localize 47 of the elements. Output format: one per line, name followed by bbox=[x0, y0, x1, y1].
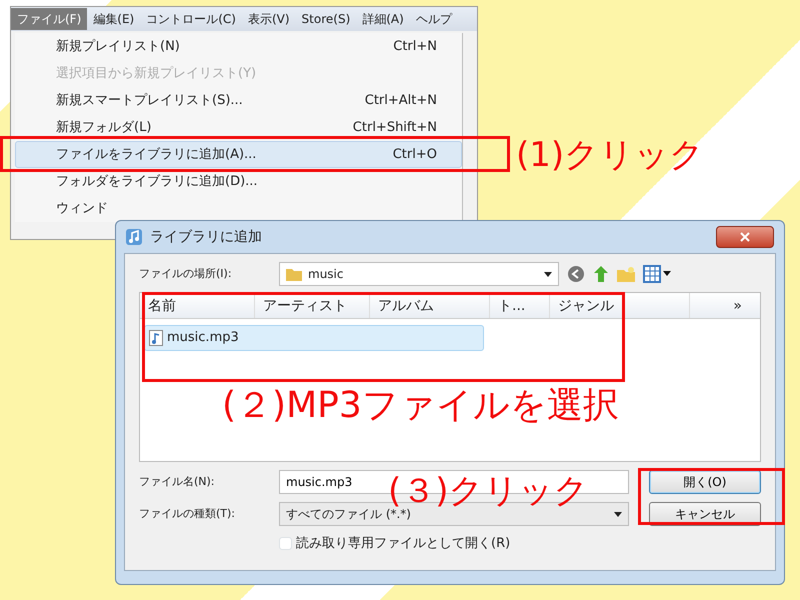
audio-file-icon bbox=[149, 330, 163, 346]
column-header[interactable]: ジャンル bbox=[550, 293, 690, 318]
open-button[interactable]: 開く(O) bbox=[649, 470, 761, 494]
column-header[interactable]: 名前 bbox=[140, 293, 255, 318]
menu-bar-item[interactable]: コントロール(C) bbox=[140, 8, 242, 30]
dialog-title: ライブラリに追加 bbox=[150, 228, 262, 246]
field-label: ファイルの種類(T): bbox=[139, 506, 236, 522]
up-arrow-icon[interactable] bbox=[593, 265, 609, 283]
shortcut-label: Ctrl+N bbox=[393, 38, 437, 56]
menu-bar-item[interactable]: ヘルプ bbox=[410, 8, 458, 30]
menu-bar-item[interactable]: 詳細(A) bbox=[356, 8, 410, 30]
column-header[interactable]: » bbox=[690, 293, 750, 318]
shortcut-label: Ctrl+O bbox=[392, 146, 437, 164]
music-note-icon bbox=[126, 229, 142, 245]
checkbox-label: 読み取り専用ファイルとして開く(R) bbox=[296, 535, 510, 553]
file-row[interactable]: music.mp3 bbox=[144, 325, 484, 350]
menu-item-label[interactable]: 新規フォルダ(L) bbox=[56, 118, 152, 138]
file-name: music.mp3 bbox=[167, 329, 239, 347]
checkbox[interactable] bbox=[279, 537, 292, 550]
location-dropdown[interactable]: music bbox=[279, 262, 559, 286]
menu-bar-item[interactable]: ファイル(F) bbox=[11, 8, 88, 30]
menu-item-label[interactable]: 新規プレイリスト(N) bbox=[56, 36, 180, 56]
annotation-text: (２)MP3ファイルを選択 bbox=[222, 388, 619, 424]
menu-bar-item[interactable]: Store(S) bbox=[296, 8, 356, 30]
back-icon[interactable] bbox=[567, 265, 585, 283]
menu-item-label[interactable]: ウィンド bbox=[56, 198, 108, 218]
folder-icon bbox=[286, 267, 302, 281]
column-header[interactable]: ト... bbox=[490, 293, 550, 318]
menu-item-label: 選択項目から新規プレイリスト(Y) bbox=[56, 64, 256, 83]
dropdown-arrow-icon bbox=[544, 272, 552, 276]
shortcut-label: Ctrl+Alt+N bbox=[364, 92, 437, 110]
close-icon bbox=[740, 232, 750, 242]
menu-item-label[interactable]: ファイルをライブラリに追加(A)... bbox=[56, 144, 256, 164]
menu-bar-item[interactable]: 表示(V) bbox=[242, 8, 296, 30]
menu-bar-item[interactable]: 編集(E) bbox=[87, 8, 140, 30]
dropdown-arrow-icon bbox=[614, 512, 622, 516]
column-header[interactable]: アルバム bbox=[370, 293, 490, 318]
field-label: ファイルの場所(I): bbox=[139, 266, 233, 282]
close-button[interactable] bbox=[716, 226, 774, 248]
view-menu-icon[interactable] bbox=[643, 265, 671, 283]
highlighted-menu-item[interactable]: ファイルをライブラリに追加(A)... Ctrl+O bbox=[15, 141, 462, 168]
menu-item-label[interactable]: フォルダをライブラリに追加(D)... bbox=[56, 172, 258, 192]
annotation-text: (1)クリック bbox=[516, 138, 704, 172]
menu-item-label[interactable]: 新規スマートプレイリスト(S)... bbox=[56, 90, 243, 110]
column-header[interactable]: アーティスト bbox=[255, 293, 370, 318]
shortcut-label: Ctrl+Shift+N bbox=[352, 118, 437, 137]
field-label: ファイル名(N): bbox=[139, 474, 216, 490]
